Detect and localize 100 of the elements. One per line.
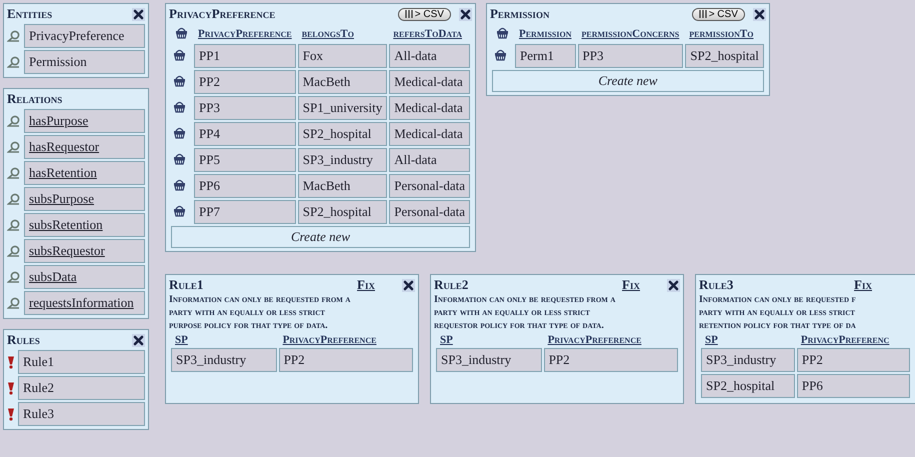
rule-title: Rule2 [434,277,470,293]
close-button[interactable] [402,278,415,292]
grid-icon [404,10,413,18]
column-header[interactable]: SP [701,334,795,346]
search-icon [7,219,21,231]
table-cell: PP2 [796,348,910,372]
search-icon [7,297,21,309]
rule-description: Information can only be requested from a party with an equally or less strict purpose policy for that type of data. [169,293,352,332]
table-cell: PP3 [194,96,296,120]
column-header[interactable]: belongsTo [298,26,388,42]
sidebar-item[interactable]: Rule2 [18,376,145,400]
search-icon [7,271,21,283]
sidebar-item[interactable]: hasPurpose [24,109,145,133]
search-icon [7,141,21,153]
sidebar-item[interactable]: Rule3 [18,402,145,426]
table-cell: SP2_hospital [298,200,388,224]
sidebar-item[interactable]: PrivacyPreference [24,24,145,48]
close-button[interactable] [132,8,145,20]
panel-title: PrivacyPreference [169,6,276,22]
sidebar-item[interactable]: subsRetention [24,213,145,237]
sidebar-item[interactable]: subsData [24,265,145,289]
exclamation-icon [7,356,15,368]
csv-button[interactable]: > CSV [692,8,745,20]
rule-title: Rule1 [169,277,204,293]
column-header[interactable]: Permission [514,26,576,42]
column-header[interactable]: SP [171,334,277,346]
csv-button[interactable]: > CSV [398,8,451,20]
search-icon [7,56,21,68]
table-cell: Perm1 [514,44,576,68]
column-header[interactable]: permissionConcerns [578,26,684,42]
basket-icon[interactable] [496,26,509,39]
basket-icon[interactable] [173,178,186,190]
rule-description: Information can only be requested f party with an equally or less strict retention policy for that type of da [699,293,857,332]
table-cell: PP5 [194,148,296,172]
sidebar-item[interactable]: hasRequestor [24,135,145,159]
table-cell: MacBeth [298,174,388,198]
column-header[interactable]: SP [436,334,542,346]
table-cell: All-data [389,44,470,68]
create-new-button[interactable]: Create new [171,226,470,248]
table-cell: PP1 [194,44,296,68]
table-cell: SP3_industry [436,348,542,372]
sidebar-item[interactable]: subsRequestor [24,239,145,263]
table-cell: MacBeth [298,70,388,94]
search-icon [7,245,21,257]
sidebar-item[interactable]: subsPurpose [24,187,145,211]
basket-icon[interactable] [175,26,188,39]
basket-icon[interactable] [173,74,186,86]
grid-icon [698,10,707,18]
search-icon [7,115,21,127]
table-cell: PP7 [194,200,296,224]
close-button[interactable] [132,334,145,346]
column-header[interactable]: PrivacyPreference [278,334,413,346]
basket-icon[interactable] [173,100,186,112]
panel-title: Permission [490,6,550,22]
table-cell: PP6 [796,374,910,398]
table-cell: SP2_hospital [701,374,795,398]
sidebar-item[interactable]: Permission [24,50,145,74]
column-header[interactable]: PrivacyPreferenc [796,334,910,346]
table-cell: Personal-data [389,200,470,224]
close-button[interactable] [752,8,766,20]
sidebar-item[interactable]: hasRetention [24,161,145,185]
basket-icon[interactable] [494,48,507,60]
table-cell: SP3_industry [701,348,795,372]
rule-description: Information can only be requested from a party with an equally or less strict requestor policy for that type of data. [434,293,616,332]
table-cell: All-data [389,148,470,172]
table-cell: PP6 [194,174,296,198]
table-cell: Medical-data [389,122,470,146]
basket-icon[interactable] [173,152,186,164]
table-cell: Medical-data [389,70,470,94]
exclamation-icon [7,408,15,420]
column-header[interactable]: PrivacyPreference [544,334,678,346]
panel-title: Rules [7,332,40,348]
basket-icon[interactable] [173,48,186,60]
column-header[interactable]: PrivacyPreference [194,26,296,42]
sidebar-item[interactable]: Rule1 [18,350,145,374]
fix-link[interactable]: Fix [622,277,640,293]
basket-icon[interactable] [173,126,186,138]
close-button[interactable] [667,278,680,292]
sidebar-item[interactable]: requestsInformation [24,291,145,315]
column-header[interactable]: permissionTo [685,26,764,42]
column-header[interactable]: refersToData [389,26,470,42]
table-cell: SP2_hospital [298,122,388,146]
table-cell: Fox [298,44,388,68]
fix-link[interactable]: Fix [357,277,375,293]
panel-title: Entities [7,6,52,22]
table-cell: PP4 [194,122,296,146]
table-cell: SP1_university [298,96,388,120]
basket-icon[interactable] [173,204,186,216]
table-cell: PP3 [578,44,684,68]
search-icon [7,30,21,42]
table-cell: SP3_industry [171,348,277,372]
table-cell: PP2 [194,70,296,94]
rule-title: Rule3 [699,277,734,293]
fix-link[interactable]: Fix [854,277,872,293]
search-icon [7,167,21,179]
search-icon [7,193,21,205]
table-cell: PP2 [544,348,678,372]
close-button[interactable] [458,8,472,20]
create-new-button[interactable]: Create new [492,70,764,92]
table-cell: SP3_industry [298,148,388,172]
